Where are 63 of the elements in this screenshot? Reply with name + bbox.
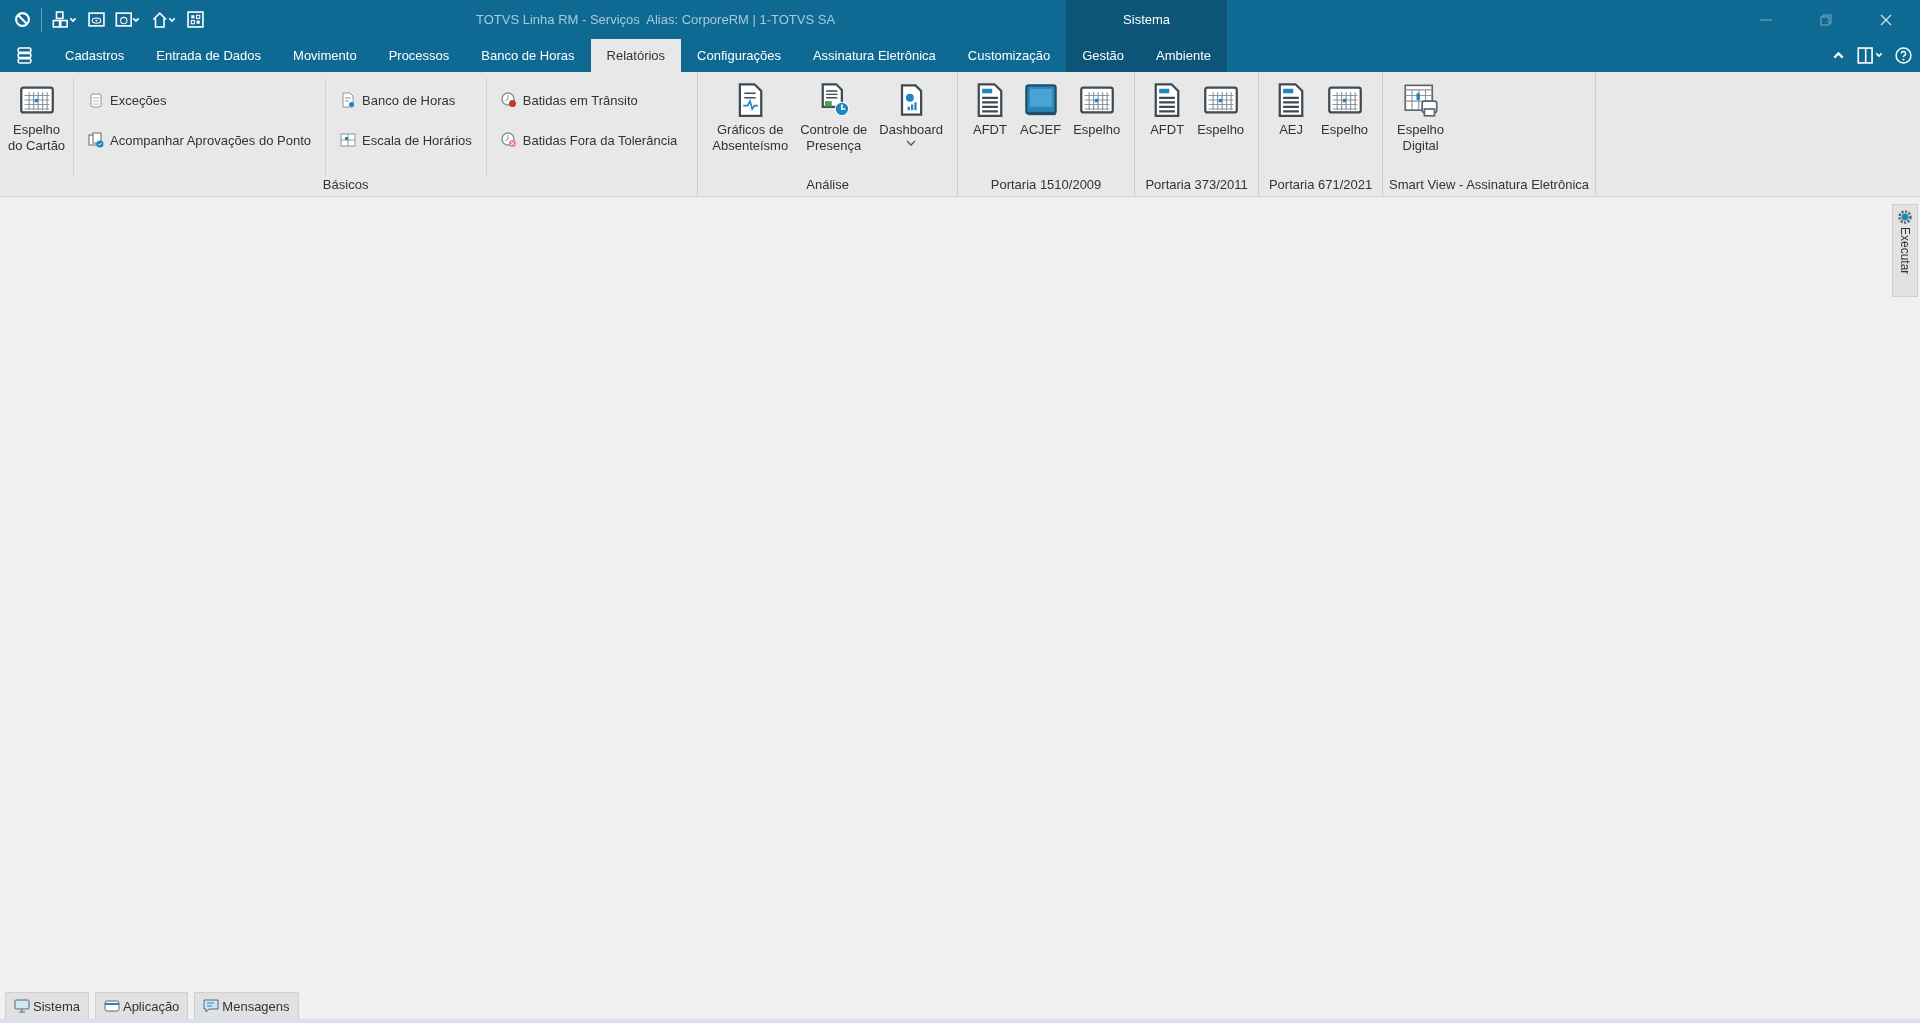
calendar-printer-icon xyxy=(1402,82,1439,118)
ribbon-button[interactable]: Gráficos de Absenteísmo xyxy=(706,78,795,177)
clipboard-icon xyxy=(88,92,105,108)
ribbon-button[interactable]: Espelho xyxy=(1067,78,1127,177)
gear-icon xyxy=(1897,209,1913,225)
home-icon[interactable] xyxy=(151,11,177,28)
side-panel-tab[interactable]: Executar xyxy=(1892,204,1918,297)
documents-check-icon xyxy=(88,132,105,148)
ribbon-tab[interactable]: Configurações xyxy=(681,39,797,72)
ribbon-tab[interactable]: Banco de Horas xyxy=(465,39,591,72)
ribbon-button[interactable]: Espelho xyxy=(1315,78,1375,177)
ribbon-button[interactable]: AFDT xyxy=(1143,78,1192,177)
book-icon xyxy=(1022,82,1059,118)
ribbon-button[interactable]: Batidas Fora da Tolerância xyxy=(496,128,682,152)
ribbon-button[interactable]: AEJ xyxy=(1267,78,1316,177)
ribbon-button[interactable]: Dashboard xyxy=(873,78,949,177)
clock-error-icon xyxy=(500,132,517,148)
ribbon-button[interactable]: Batidas em Trânsito xyxy=(496,88,682,112)
menu-icon[interactable] xyxy=(16,47,33,64)
bottom-tab[interactable]: Sistema xyxy=(5,992,89,1019)
ribbon-button[interactable]: Acompanhar Aprovações do Ponto xyxy=(84,128,315,152)
ribbon-tab[interactable]: Entrada de Dados xyxy=(140,39,278,72)
table-icon xyxy=(340,132,356,148)
ribbon-tab[interactable]: Ambiente xyxy=(1140,39,1227,72)
message-icon xyxy=(203,998,220,1014)
bottom-tab[interactable]: Aplicação xyxy=(94,992,189,1019)
ribbon-button[interactable]: ACJEF xyxy=(1013,78,1068,177)
window-title: TOTVS Linha RM - Serviços Alias: CorporeRM | 1-TOTVS SA xyxy=(476,12,836,27)
ribbon-button[interactable]: Escala de Horários xyxy=(336,128,476,152)
ribbon-tab[interactable]: Cadastros xyxy=(49,39,141,72)
ribbon-group-label: Básicos xyxy=(321,177,370,194)
refresh-window-icon[interactable] xyxy=(115,11,141,28)
ribbon-tab[interactable]: Relatórios xyxy=(590,39,682,72)
ribbon-button[interactable]: Exceções xyxy=(84,88,315,112)
ribbon-group-label: Análise xyxy=(805,177,850,194)
clock-alert-icon xyxy=(500,92,517,108)
context-tab-group-label: Sistema xyxy=(1123,12,1171,27)
ribbon-button[interactable]: AFDT xyxy=(965,78,1014,177)
ribbon-button[interactable]: Espelho Digital xyxy=(1391,78,1451,177)
window-icon xyxy=(103,998,120,1014)
ribbon-button[interactable]: Espelho xyxy=(1191,78,1251,177)
ribbon-group-label: Portaria 1510/2009 xyxy=(989,177,1103,194)
ribbon-tab[interactable]: Processos xyxy=(372,39,466,72)
layout-icon[interactable] xyxy=(1857,47,1885,64)
ribbon-tab[interactable]: Movimento xyxy=(277,39,373,72)
ribbon-tab[interactable]: Gestão xyxy=(1066,39,1141,72)
ribbon-group-label: Portaria 373/2011 xyxy=(1144,177,1249,194)
bottom-tab[interactable]: Mensagens xyxy=(194,992,299,1019)
document-icon xyxy=(340,92,356,108)
ribbon-tab[interactable]: Customização xyxy=(951,39,1067,72)
ribbon-button[interactable]: Espelho do Cartão xyxy=(2,78,72,177)
ribbon-button[interactable]: Banco de Horas xyxy=(336,88,476,112)
ribbon-group-label: Portaria 671/2021 xyxy=(1267,177,1374,194)
ribbon-button[interactable]: Controle de Presença xyxy=(794,78,874,177)
hierarchy-icon[interactable] xyxy=(52,11,78,28)
eye-window-icon[interactable] xyxy=(88,11,105,28)
block-icon[interactable] xyxy=(14,11,31,28)
ribbon-tab[interactable]: Assinatura Eletrônica xyxy=(796,39,952,72)
caret-icon xyxy=(906,140,917,146)
monitor-icon xyxy=(14,998,30,1014)
ribbon-group-label: Smart View - Assinatura Eletrônica xyxy=(1389,177,1589,194)
help-icon[interactable] xyxy=(1895,47,1912,64)
dashboard-icon[interactable] xyxy=(187,11,204,28)
